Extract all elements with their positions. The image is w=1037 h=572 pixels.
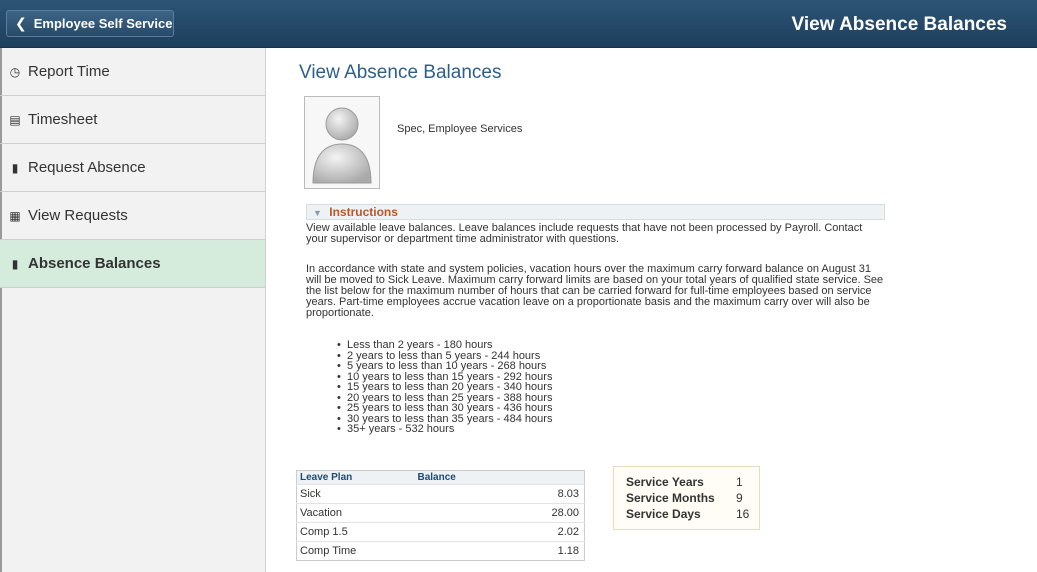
carry-forward-paragraph: In accordance with state and system poli… bbox=[306, 263, 884, 319]
sidebar-item-label: Timesheet bbox=[28, 111, 98, 128]
column-header-leave-plan: Leave Plan bbox=[296, 470, 415, 485]
leave-plan-cell: Sick bbox=[296, 484, 415, 504]
back-button[interactable]: ❮ Employee Self Service bbox=[6, 10, 174, 37]
instructions-label: Instructions bbox=[329, 205, 398, 219]
list-item: 25 years to less than 30 years - 436 hou… bbox=[337, 403, 552, 414]
carry-forward-tiers: Less than 2 years - 180 hours 2 years to… bbox=[337, 340, 552, 435]
calendar-grid-icon: ▦ bbox=[9, 208, 21, 223]
sidebar-item-view-requests[interactable]: ▦ View Requests bbox=[0, 192, 265, 240]
top-header: ❮ Employee Self Service View Absence Bal… bbox=[0, 0, 1037, 48]
sidebar-item-label: Report Time bbox=[28, 63, 110, 80]
table-row: Comp Time 1.18 bbox=[296, 541, 585, 561]
list-item: 5 years to less than 10 years - 268 hour… bbox=[337, 361, 552, 372]
leave-plan-cell: Vacation bbox=[296, 503, 415, 523]
table-row: Vacation 28.00 bbox=[296, 503, 585, 523]
avatar bbox=[304, 96, 380, 189]
service-value: 16 bbox=[736, 507, 750, 521]
sidebar-item-request-absence[interactable]: ▮ Request Absence bbox=[0, 144, 265, 192]
luggage-icon: ▮ bbox=[11, 160, 19, 175]
leave-balance-table: Leave Plan Balance Sick 8.03 Vacation 28… bbox=[296, 470, 585, 561]
balance-cell: 1.18 bbox=[414, 541, 585, 561]
header-title: View Absence Balances bbox=[791, 14, 1007, 35]
instructions-paragraph: View available leave balances. Leave bal… bbox=[306, 222, 863, 245]
main-content: View Absence Balances Spec, Employee Ser… bbox=[267, 48, 1037, 572]
service-value: 9 bbox=[736, 491, 743, 505]
instructions-toggle[interactable]: ▼ Instructions bbox=[306, 204, 885, 220]
service-days-row: Service Days 16 bbox=[626, 506, 759, 522]
service-label: Service Months bbox=[626, 491, 715, 505]
sidebar-item-report-time[interactable]: ◷ Report Time bbox=[0, 48, 265, 96]
sidebar-item-timesheet[interactable]: ▤ Timesheet bbox=[0, 96, 265, 144]
column-header-balance: Balance bbox=[414, 470, 585, 485]
balance-cell: 28.00 bbox=[414, 503, 585, 523]
service-years-row: Service Years 1 bbox=[626, 474, 759, 490]
sidebar-item-label: View Requests bbox=[28, 207, 128, 224]
table-row: Comp 1.5 2.02 bbox=[296, 522, 585, 542]
sidebar-item-label: Request Absence bbox=[28, 159, 146, 176]
list-item: 35+ years - 532 hours bbox=[337, 424, 552, 435]
luggage-icon: ▮ bbox=[11, 256, 19, 271]
balance-cell: 8.03 bbox=[414, 484, 585, 504]
triangle-down-icon: ▼ bbox=[313, 208, 322, 218]
service-summary: Service Years 1 Service Months 9 Service… bbox=[613, 466, 760, 530]
clock-icon: ◷ bbox=[9, 64, 21, 79]
table-row: Sick 8.03 bbox=[296, 484, 585, 504]
sidebar: ◷ Report Time ▤ Timesheet ▮ Request Abse… bbox=[0, 48, 266, 572]
service-value: 1 bbox=[736, 475, 743, 489]
back-button-label: Employee Self Service bbox=[33, 16, 173, 31]
employee-name: Spec, Employee Services bbox=[397, 123, 523, 135]
leave-plan-cell: Comp 1.5 bbox=[296, 522, 415, 542]
page-title: View Absence Balances bbox=[299, 62, 502, 83]
calendar-icon: ▤ bbox=[9, 112, 21, 127]
sidebar-item-label: Absence Balances bbox=[28, 255, 161, 272]
person-silhouette-icon bbox=[312, 107, 372, 184]
service-label: Service Years bbox=[626, 475, 704, 489]
sidebar-item-absence-balances[interactable]: ▮ Absence Balances bbox=[0, 240, 265, 288]
balance-cell: 2.02 bbox=[414, 522, 585, 542]
service-label: Service Days bbox=[626, 507, 701, 521]
list-item: 15 years to less than 20 years - 340 hou… bbox=[337, 382, 552, 393]
chevron-left-icon: ❮ bbox=[15, 15, 27, 31]
leave-plan-cell: Comp Time bbox=[296, 541, 415, 561]
service-months-row: Service Months 9 bbox=[626, 490, 759, 506]
list-item: Less than 2 years - 180 hours bbox=[337, 340, 552, 351]
